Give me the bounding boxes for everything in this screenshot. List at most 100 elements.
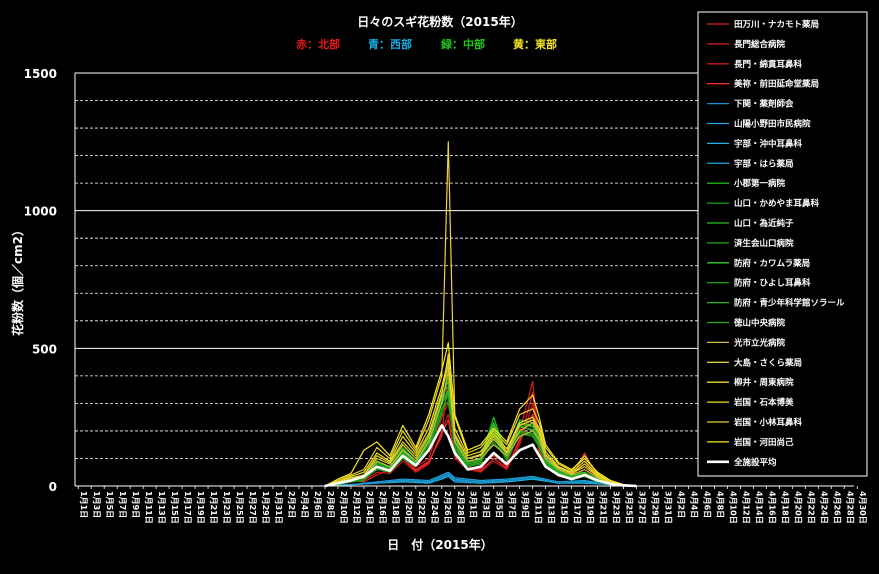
x-tick-label: 1月5日	[105, 491, 114, 518]
x-axis-title: 日 付（2015年）	[387, 537, 492, 552]
x-tick-label: 2月18日	[391, 491, 400, 524]
region-labels: 赤：北部 青：西部 緑：中部 黄：東部	[296, 37, 557, 51]
legend-label: 山口・為近純子	[734, 218, 794, 229]
x-tick-label: 3月7日	[508, 491, 517, 518]
x-tick-label: 1月31日	[274, 491, 283, 524]
x-tick-label: 1月13日	[157, 491, 166, 524]
legend-label: 防府・ひよし耳鼻科	[734, 278, 811, 289]
x-tick-label: 2月4日	[300, 491, 309, 518]
x-tick-label: 4月30日	[858, 491, 867, 524]
legend-label: 徳山中央病院	[733, 318, 786, 329]
x-tick-label: 1月25日	[235, 491, 244, 524]
legend-label: 下関・薬剤師会	[734, 99, 794, 110]
legend-label: 全施設平均	[733, 457, 777, 468]
region-label: 赤：北部	[296, 37, 340, 51]
x-tick-label: 4月6日	[702, 491, 711, 518]
x-tick-label: 2月28日	[456, 491, 465, 524]
x-tick-label: 3月23日	[612, 491, 621, 524]
x-tick-label: 1月19日	[196, 491, 205, 524]
legend-label: 山口・かめやま耳鼻科	[734, 198, 820, 209]
legend-label: 済生会山口病院	[734, 238, 794, 249]
region-label: 青：西部	[368, 37, 412, 51]
x-tick-label: 4月4日	[689, 491, 698, 518]
y-axis-title: 花粉数（個／cm2）	[10, 224, 25, 336]
x-tick-label: 3月5日	[495, 491, 504, 518]
x-tick-label: 2月12日	[352, 491, 361, 524]
x-tick-label: 2月24日	[430, 491, 439, 524]
x-tick-label: 1月21日	[209, 491, 218, 524]
y-tick-label: 0	[49, 480, 57, 494]
legend-label: 柳井・周東病院	[734, 377, 794, 388]
x-tick-label: 1月9日	[131, 491, 140, 518]
x-tick-labels: 1月1日 1月3日 1月5日 1月7日 1月9日 1月11日 1月13日 1月15日 1月17日…	[77, 486, 867, 524]
x-tick-label: 2月26日	[443, 491, 452, 524]
pollen-chart: 日々のスギ花粉数（2015年） 赤：北部 青：西部 緑：中部 黄：東部 0 500 100…	[10, 11, 868, 552]
x-tick-label: 1月3日	[92, 491, 101, 518]
x-tick-label: 3月17日	[573, 491, 582, 524]
legend: 田万川・ナカモト薬局長門総合病院長門・綿貫耳鼻科美祢・前田延命堂薬局下関・薬剤師…	[697, 11, 868, 477]
x-tick-label: 1月7日	[118, 491, 127, 518]
legend-label: 宇部・沖中耳鼻科	[734, 138, 803, 149]
y-tick-label: 1000	[24, 205, 57, 219]
x-tick-label: 4月12日	[741, 491, 750, 524]
x-tick-label: 2月22日	[417, 491, 426, 524]
x-tick-label: 3月9日	[521, 491, 530, 518]
x-tick-label: 3月31日	[663, 491, 672, 524]
x-tick-label: 1月11日	[144, 491, 153, 524]
series-lines	[324, 141, 637, 488]
x-tick-label: 4月8日	[715, 491, 724, 518]
legend-label: 岩国・河田尚己	[733, 437, 794, 448]
x-tick-label: 3月1日	[469, 491, 478, 518]
x-tick-label: 4月14日	[754, 491, 763, 524]
legend-label: 防府・青少年科学館ソラール	[734, 298, 845, 309]
legend-label: 岩国・石本博美	[733, 397, 794, 408]
legend-label: 大島・さくら薬局	[734, 357, 802, 368]
region-label: 黄：東部	[513, 37, 557, 51]
x-tick-label: 3月19日	[586, 491, 595, 524]
x-tick-label: 2月6日	[313, 491, 322, 518]
legend-label: 防府・カワムラ薬局	[734, 258, 810, 269]
legend-label: 美祢・前田延命堂薬局	[734, 79, 819, 90]
x-tick-label: 4月20日	[793, 491, 802, 524]
x-tick-label: 4月16日	[767, 491, 776, 524]
legend-label: 光市立光病院	[733, 337, 786, 348]
legend-label: 宇部・はら薬局	[734, 158, 794, 169]
x-tick-label: 2月20日	[404, 491, 413, 524]
x-tick-label: 4月24日	[819, 491, 828, 524]
legend-label: 山陽小野田市民病院	[734, 119, 811, 130]
x-tick-label: 3月29日	[651, 491, 660, 524]
x-tick-label: 4月28日	[845, 491, 854, 524]
y-tick-label: 1500	[24, 67, 57, 81]
x-tick-label: 1月27日	[248, 491, 257, 524]
series-line	[324, 141, 637, 487]
x-tick-label: 1月1日	[79, 491, 88, 518]
x-tick-label: 3月11日	[534, 491, 543, 524]
x-tick-label: 4月18日	[780, 491, 789, 524]
x-tick-label: 4月22日	[806, 491, 815, 524]
x-tick-label: 3月3日	[482, 491, 491, 518]
x-tick-label: 1月23日	[222, 491, 231, 524]
x-tick-label: 4月2日	[676, 491, 685, 518]
x-tick-label: 2月16日	[378, 491, 387, 524]
x-tick-label: 4月10日	[728, 491, 737, 524]
y-tick-labels: 0 500 1000 1500	[24, 67, 57, 494]
x-tick-label: 3月21日	[599, 491, 608, 524]
x-tick-label: 3月13日	[547, 491, 556, 524]
x-tick-label: 2月8日	[326, 491, 335, 518]
x-tick-label: 4月26日	[832, 491, 841, 524]
x-tick-label: 1月17日	[183, 491, 192, 524]
x-tick-label: 3月25日	[625, 491, 634, 524]
x-tick-label: 3月27日	[638, 491, 647, 524]
x-tick-label: 2月2日	[287, 491, 296, 518]
x-tick-label: 3月15日	[560, 491, 569, 524]
region-label: 緑：中部	[441, 37, 485, 51]
x-tick-label: 1月29日	[261, 491, 270, 524]
x-tick-label: 2月10日	[339, 491, 348, 524]
x-tick-label: 2月14日	[365, 491, 374, 524]
legend-label: 岩国・小林耳鼻科	[733, 417, 803, 428]
legend-label: 長門総合病院	[734, 39, 786, 50]
chart-title: 日々のスギ花粉数（2015年）	[357, 14, 522, 29]
x-tick-label: 1月15日	[170, 491, 179, 524]
legend-label: 田万川・ナカモト薬局	[734, 19, 819, 30]
legend-label: 長門・綿貫耳鼻科	[734, 59, 803, 70]
